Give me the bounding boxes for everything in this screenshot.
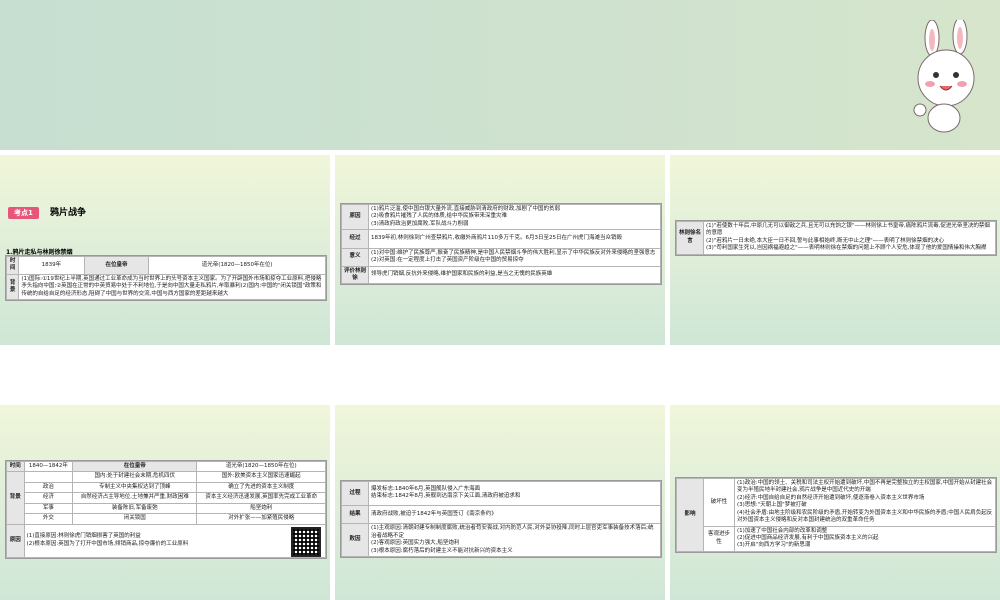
bg-aspect (23, 471, 74, 483)
background-label: 背景 (5, 273, 20, 301)
row-text: (1)鸦片泛滥,使中国白银大量外流,直接威胁到清政府的财政,加剧了中国的贫弱 (… (368, 203, 661, 231)
cause-table: 原因 (1)鸦片泛滥,使中国白银大量外流,直接威胁到清政府的财政,加剧了中国的贫弱… (340, 203, 662, 286)
row-label: 评价林则徐 (341, 265, 369, 285)
impact-sub-label: 破坏性 (703, 478, 735, 527)
bg-foreign: 资本主义经济迅速发展,英国率先完成工业革命 (196, 492, 326, 504)
quotes-table: 林则徐名言 (1)"若使数十年后,中原几无可以御敌之兵,且无可以充饷之银"——林则… (675, 220, 997, 256)
row-text: 爆发标志:1840年6月,英国舰队侵入广东海面 结束标志:1842年8月,英舰到… (368, 481, 661, 506)
bg-aspect: 政治 (23, 481, 74, 494)
row-label: 意义 (341, 247, 369, 267)
background-label: 背景 (6, 471, 25, 525)
emperor-label: 在位皇帝 (83, 256, 150, 275)
slide-4: 时间 1840—1842年 在位皇帝 道光帝(1820—1850年在位) 背景 … (0, 405, 330, 600)
row-text: 清政府战败,被迫于1842年与英国签订《南京条约》 (368, 504, 661, 525)
bg-aspect: 外交 (23, 513, 74, 525)
emperor-value: 道光帝(1820—1850年在位) (148, 256, 326, 275)
cause-text: (1)直接原因:林则徐虎门销烟损害了英国的利益 (2)根本原因:英国为了打开中国… (23, 523, 327, 558)
topic-heading: 考点1 鸦片战争 (8, 200, 86, 219)
row-label: 原因 (341, 203, 369, 231)
bg-aspect: 军事 (23, 502, 74, 515)
quotes-label: 林则徐名言 (676, 221, 704, 255)
row-label: 经过 (341, 229, 369, 249)
war-background-table: 时间 1840—1842年 在位皇帝 道光帝(1820—1850年在位) 背景 … (5, 460, 327, 559)
background-text: (1)国际:①19世纪上半期,英国通过工业革命成为当时世界上的头号资本主义国家。… (18, 273, 326, 301)
bg-china: 国内:处于封建社会末期,危机四伏 (72, 471, 198, 483)
bg-foreign: 国外:欧美资本主义国家迅速崛起 (196, 471, 326, 483)
row-label: 结果 (341, 504, 369, 525)
time-value: 1840—1842年 (23, 460, 74, 473)
bg-china: 闭关锁国 (72, 513, 198, 525)
slide-6: 影响 破坏性 (1)政治:中国的领土、关税和司法主权开始遭到破坏,中国不再是完整… (670, 405, 1000, 600)
bg-foreign: 船坚炮利 (196, 502, 326, 515)
impact-label: 影响 (676, 478, 704, 552)
bg-china: 装备陈旧,军备废弛 (72, 502, 198, 515)
slide-5: 过程 爆发标志:1840年6月,英国舰队侵入广东海面 结束标志:1842年8月,英… (335, 405, 665, 600)
row-text: (1)对中国:维护了民族尊严,振奋了民族精神,是中国人民禁烟斗争的伟大胜利,显示… (368, 247, 661, 267)
header-banner (0, 0, 1000, 150)
impact-table: 影响 破坏性 (1)政治:中国的领土、关税和司法主权开始遭到破坏,中国不再是完整… (675, 477, 997, 553)
info-table: 时间 1839年 在位皇帝 道光帝(1820—1850年在位) 背景 (1)国际… (5, 255, 327, 302)
row-text: 领导虎门销烟,反抗外来侵略,维护国家和民族的利益,是当之无愧的民族英雄 (368, 265, 661, 285)
row-label: 过程 (341, 481, 369, 506)
time-label: 时间 (6, 460, 25, 473)
cause-text-content: (1)直接原因:林则徐虎门销烟损害了英国的利益 (2)根本原因:英国为了打开中国… (26, 533, 189, 547)
time-value: 1839年 (18, 256, 85, 275)
bg-aspect: 经济 (23, 492, 74, 504)
row-label: 败因 (341, 523, 369, 557)
slide-2: 原因 (1)鸦片泛滥,使中国白银大量外流,直接威胁到清政府的财政,加剧了中国的贫弱… (335, 155, 665, 345)
emperor-label: 在位皇帝 (72, 460, 198, 473)
emperor-value: 道光帝(1820—1850年在位) (196, 460, 326, 473)
impact-text: (1)政治:中国的领土、关税和司法主权开始遭到破坏,中国不再是完整独立的主权国家… (734, 478, 996, 527)
quotes-text: (1)"若使数十年后,中原几无可以御敌之兵,且无可以充饷之银"——林则徐上书皇帝… (703, 221, 996, 255)
slide-1: 考点1 鸦片战争 1.鸦片走私与林则徐禁烟 时间 1839年 在位皇帝 道光帝(… (0, 155, 330, 345)
bg-foreign: 确立了先进的资本主义制度 (196, 481, 326, 494)
bg-foreign: 对外扩张——加紧殖民侵略 (196, 513, 326, 525)
cause-label: 原因 (6, 523, 25, 558)
bunny-mascot-icon (913, 20, 975, 133)
time-label: 时间 (5, 256, 20, 275)
topic-tag: 考点1 (8, 207, 39, 219)
slide-3: 林则徐名言 (1)"若使数十年后,中原几无可以御敌之兵,且无可以充饷之银"——林则… (670, 155, 1000, 345)
impact-sub-label: 客观进步性 (703, 525, 735, 552)
bg-china: 专制主义中央集权达到了顶峰 (72, 481, 198, 494)
war-process-table: 过程 爆发标志:1840年6月,英国舰队侵入广东海面 结束标志:1842年8月,英… (340, 480, 662, 558)
topic-title: 鸦片战争 (49, 208, 86, 218)
row-text: (1)主观原因:清朝封建专制制度腐败,统治者苟安畏战,对内防范人民,对外妥协投降… (368, 523, 661, 557)
row-text: 1839年初,林则徐到广州查禁鸦片,收缴外商鸦片110多万千克。6月3日至25日… (368, 229, 661, 249)
impact-text: (1)加速了中国社会内部的改革和调整 (2)促进中国商品经济发展,有利于中国民族… (734, 525, 996, 552)
bg-china: 自然经济占主导地位,土地兼并严重,财政困难 (72, 492, 198, 504)
qr-code-icon (291, 526, 321, 557)
